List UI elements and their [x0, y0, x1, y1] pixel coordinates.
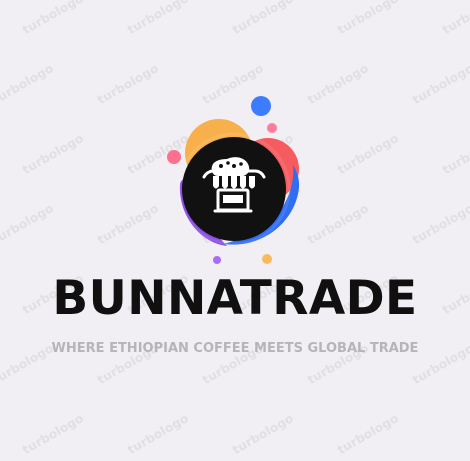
logo-canvas: turbologo turbologo turbologo turbologo turb…	[0, 0, 470, 461]
watermark-text: turbologo	[125, 0, 191, 38]
watermark-text: turbologo	[440, 130, 470, 178]
decorative-dot-orange	[262, 254, 272, 264]
watermark-text: turbologo	[230, 0, 296, 38]
watermark-text: turbologo	[95, 60, 161, 108]
watermark-text: turbologo	[230, 410, 296, 458]
watermark-text: turbologo	[440, 0, 470, 38]
watermark-text: turbologo	[335, 130, 401, 178]
watermark-text: turbologo	[125, 410, 191, 458]
watermark-text: turbologo	[335, 0, 401, 38]
watermark-text: turbologo	[20, 410, 86, 458]
watermark-text: turbologo	[0, 60, 56, 108]
watermark-text: turbologo	[410, 200, 470, 248]
watermark-text: turbologo	[305, 60, 371, 108]
logo-emblem	[160, 95, 310, 265]
decorative-dot-pink	[267, 123, 277, 133]
watermark-text: turbologo	[95, 200, 161, 248]
decorative-dot-blue	[251, 96, 271, 116]
watermark-text: turbologo	[410, 60, 470, 108]
brand-tagline: WHERE ETHIOPIAN COFFEE MEETS GLOBAL TRAD…	[51, 341, 419, 356]
watermark-text: turbologo	[305, 200, 371, 248]
decorative-dot-purple	[213, 256, 221, 264]
logo-graphic	[167, 96, 300, 264]
watermark-text: turbologo	[335, 410, 401, 458]
decorative-dot-red	[167, 150, 181, 164]
watermark-text: turbologo	[20, 130, 86, 178]
watermark-text: turbologo	[20, 0, 86, 38]
watermark-text: turbologo	[0, 200, 56, 248]
brand-name: BUNNATRADE	[52, 271, 418, 326]
